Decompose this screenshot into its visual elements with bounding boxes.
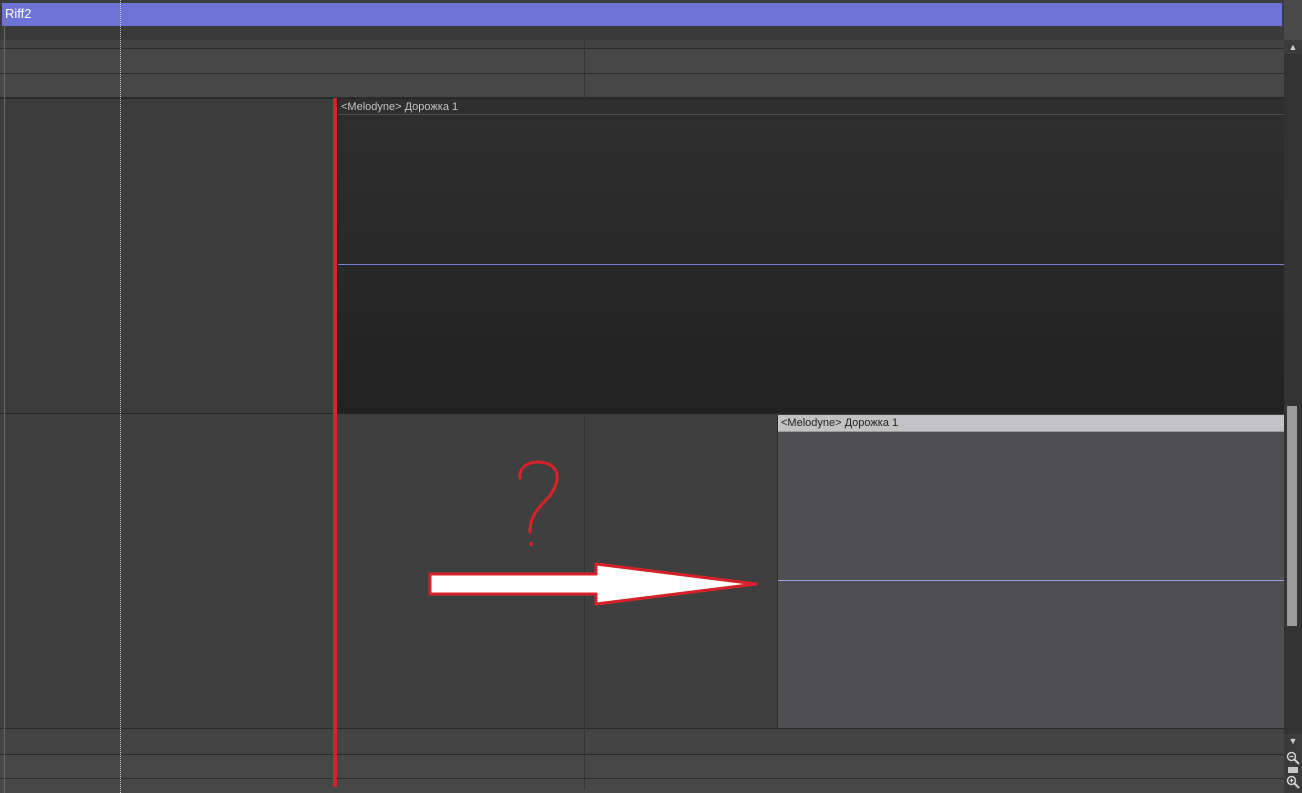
zoom-reset-icon[interactable]: [1288, 767, 1298, 773]
question-mark-icon: [518, 460, 559, 534]
zoom-out-icon[interactable]: [1286, 751, 1300, 765]
vertical-scrollbar[interactable]: ▲ ▼: [1284, 40, 1302, 793]
scroll-thumb[interactable]: [1287, 406, 1297, 626]
arrow-up-icon[interactable]: ▲: [1284, 40, 1302, 54]
scroll-track[interactable]: [1284, 54, 1302, 734]
arrow-down-icon[interactable]: ▼: [1284, 734, 1302, 748]
arrow-right-icon: [428, 562, 758, 606]
question-mark-dot: [529, 542, 533, 546]
annotation-overlay: [428, 460, 758, 606]
zoom-in-icon[interactable]: [1286, 775, 1300, 789]
